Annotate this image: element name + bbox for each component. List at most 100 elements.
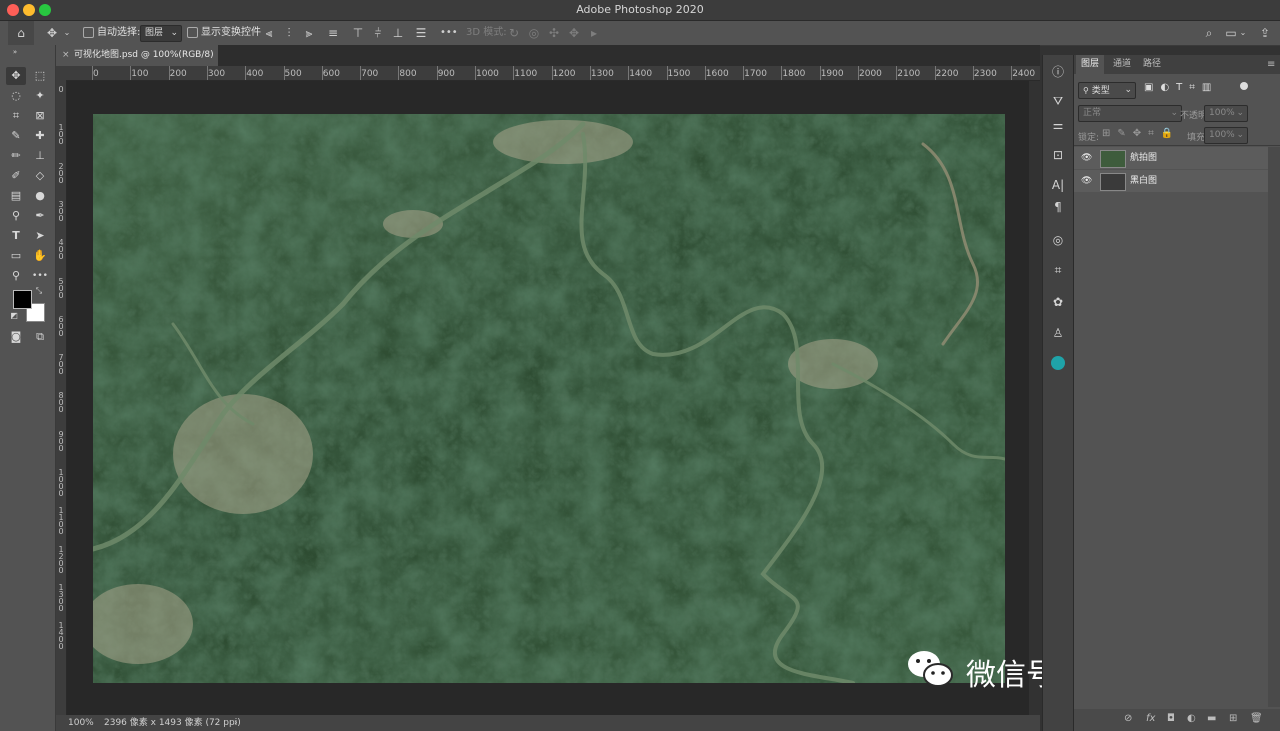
navigator-panel-icon[interactable]: ◎ — [1047, 230, 1069, 250]
link-layers-icon[interactable]: ⊘ — [1124, 713, 1132, 724]
marquee-tool-icon[interactable]: ⬚ — [30, 67, 50, 85]
delete-layer-icon[interactable]: 🗑 — [1250, 713, 1263, 724]
chevron-down-icon[interactable]: ⌄ — [62, 21, 72, 45]
tools-panel: » ✥ ⬚ ◌ ✦ ⌗ ⊠ ✎ ✚ ✏ ⊥ ✐ ◇ ▤ ● ⚲ ✒ T ➤ ▭ … — [0, 45, 56, 731]
home-icon[interactable]: ⌂ — [8, 21, 34, 45]
rectangle-tool-icon[interactable]: ▭ — [6, 247, 26, 265]
properties-panel-icon[interactable]: ⚌ — [1047, 115, 1069, 135]
eraser-tool-icon[interactable]: ◇ — [30, 167, 50, 185]
ruler-h-label: 1900 — [820, 69, 844, 79]
fx-icon[interactable]: fx — [1146, 713, 1155, 724]
ruler-h-label: 100 — [131, 69, 149, 79]
magic-wand-tool-icon[interactable]: ✦ — [30, 87, 50, 105]
new-layer-icon[interactable]: ⊞ — [1229, 713, 1237, 724]
gradient-tool-icon[interactable]: ▤ — [6, 187, 26, 205]
align-bottom-icon[interactable]: ⊥ — [391, 21, 405, 45]
close-tab-icon[interactable]: × — [62, 45, 70, 66]
3d-scale-icon[interactable]: ▸ — [587, 21, 601, 45]
new-group-icon[interactable]: ▬ — [1207, 713, 1216, 724]
character-panel-icon[interactable]: A| — [1047, 175, 1069, 195]
workspace-icon[interactable]: ▭ — [1223, 21, 1239, 45]
info-panel-icon[interactable]: ⓘ — [1047, 62, 1069, 82]
ruler-v-label: 1300 — [58, 582, 64, 613]
visibility-eye-icon[interactable]: 👁 — [1081, 170, 1092, 192]
hand-tool-icon[interactable]: ✋ — [30, 247, 50, 265]
distribute-vertical-icon[interactable]: ☰ — [414, 21, 428, 45]
align-middle-icon[interactable]: ⫩ — [371, 21, 385, 45]
adjustments-panel-icon[interactable]: ⛛ — [1047, 91, 1069, 111]
show-transform-checkbox[interactable]: 显示变换控件 — [187, 21, 261, 45]
history-brush-tool-icon[interactable]: ✐ — [6, 167, 26, 185]
plugin-panel-icon[interactable]: ✿ — [1047, 292, 1069, 312]
ruler-h-label: 200 — [169, 69, 187, 79]
canvas-area[interactable] — [67, 81, 1029, 715]
blend-mode-select[interactable]: 正常 ⌄ — [1078, 105, 1182, 122]
zoom-tool-icon[interactable]: ⚲ — [6, 267, 26, 285]
align-center-icon[interactable]: ⫶ — [282, 21, 296, 45]
swap-colors-icon[interactable]: ⤡ — [34, 286, 44, 296]
share-icon[interactable]: ⇪ — [1257, 21, 1273, 45]
stamp-tool-icon[interactable]: ⊥ — [30, 147, 50, 165]
paragraph-panel-icon[interactable]: ¶ — [1047, 197, 1069, 217]
eyedropper-tool-icon[interactable]: ✎ — [6, 127, 26, 145]
move-tool-icon[interactable]: ✥ — [6, 67, 26, 85]
crop-tool-icon[interactable]: ⌗ — [6, 107, 26, 125]
tab-channels[interactable]: 通道 — [1108, 55, 1136, 74]
panel-menu-icon[interactable]: ≡ — [1262, 55, 1280, 74]
pen-tool-icon[interactable]: ✒ — [30, 207, 50, 225]
align-left-icon[interactable]: ⫷ — [262, 21, 276, 45]
crop-panel-icon[interactable]: ⌗ — [1047, 260, 1069, 280]
blur-tool-icon[interactable]: ● — [30, 187, 50, 205]
workspace-chevron-icon[interactable]: ⌄ — [1238, 21, 1248, 45]
layers-scrollbar[interactable] — [1268, 147, 1280, 707]
3d-pan-icon[interactable]: ✣ — [547, 21, 561, 45]
screen-mode-icon[interactable]: ⧉ — [30, 328, 50, 346]
layer-row[interactable]: 👁 黑白图 — [1074, 170, 1268, 192]
frame-tool-icon[interactable]: ⊠ — [30, 107, 50, 125]
more-options-icon[interactable]: ••• — [440, 21, 458, 45]
healing-brush-tool-icon[interactable]: ✚ — [30, 127, 50, 145]
document-tab[interactable]: × 可视化地图.psd @ 100%(RGB/8) — [56, 45, 218, 66]
stamp-panel-icon[interactable]: ♙ — [1047, 323, 1069, 343]
foreground-color-swatch-front[interactable] — [13, 290, 32, 309]
add-mask-icon[interactable]: ◘ — [1167, 713, 1175, 724]
edit-toolbar-icon[interactable]: ••• — [30, 267, 50, 285]
lock-icons[interactable]: ⊞✎✥⌗🔒 — [1102, 128, 1180, 139]
layer-row[interactable]: 👁 航拍图 — [1074, 147, 1268, 169]
align-right-icon[interactable]: ⫸ — [302, 21, 316, 45]
zoom-level[interactable]: 100% — [68, 715, 94, 731]
libraries-panel-icon[interactable]: ⊡ — [1047, 145, 1069, 165]
path-selection-tool-icon[interactable]: ➤ — [30, 227, 50, 245]
plugin-globe-icon[interactable] — [1047, 353, 1069, 373]
tab-layers[interactable]: 图层 — [1076, 55, 1105, 74]
adjustment-layer-icon[interactable]: ◐ — [1187, 713, 1196, 724]
3d-slide-icon[interactable]: ✥ — [567, 21, 581, 45]
fill-input[interactable]: 100% ⌄ — [1204, 127, 1248, 144]
3d-roll-icon[interactable]: ◎ — [527, 21, 541, 45]
opacity-input[interactable]: 100% ⌄ — [1204, 105, 1248, 122]
search-icon[interactable]: ⌕ — [1201, 21, 1217, 45]
dodge-tool-icon[interactable]: ⚲ — [6, 207, 26, 225]
auto-select-checkbox[interactable]: 自动选择: — [83, 21, 140, 45]
type-tool-icon[interactable]: T — [6, 227, 26, 245]
visibility-eye-icon[interactable]: 👁 — [1081, 147, 1092, 169]
default-colors-icon[interactable]: ◩ — [8, 311, 20, 321]
aerial-map-image[interactable] — [93, 114, 1005, 683]
filter-toggle-icon[interactable] — [1240, 82, 1248, 90]
panel-collapse-icon[interactable]: » — [5, 47, 25, 57]
quick-mask-icon[interactable]: ◙ — [6, 328, 26, 346]
distribute-icon[interactable]: ≡ — [326, 21, 340, 45]
3d-orbit-icon[interactable]: ↻ — [507, 21, 521, 45]
document-tab-title: 可视化地图.psd @ 100%(RGB/8) — [74, 50, 214, 60]
wechat-logo-icon — [906, 648, 956, 690]
align-top-icon[interactable]: ⊤ — [351, 21, 365, 45]
move-tool-icon[interactable]: ✥ — [44, 21, 60, 45]
tab-paths[interactable]: 路径 — [1138, 55, 1166, 74]
document-info-menu-icon[interactable]: › — [234, 715, 238, 731]
ruler-h-label: 900 — [437, 69, 455, 79]
auto-select-target-select[interactable]: 图层 ⌄ — [140, 25, 182, 42]
layer-filter-select[interactable]: ⚲ 类型 ⌄ — [1078, 82, 1136, 99]
brush-tool-icon[interactable]: ✏ — [6, 147, 26, 165]
lasso-tool-icon[interactable]: ◌ — [6, 87, 26, 105]
layer-filter-icons[interactable]: ▣◐T⌗▥ — [1144, 82, 1218, 93]
